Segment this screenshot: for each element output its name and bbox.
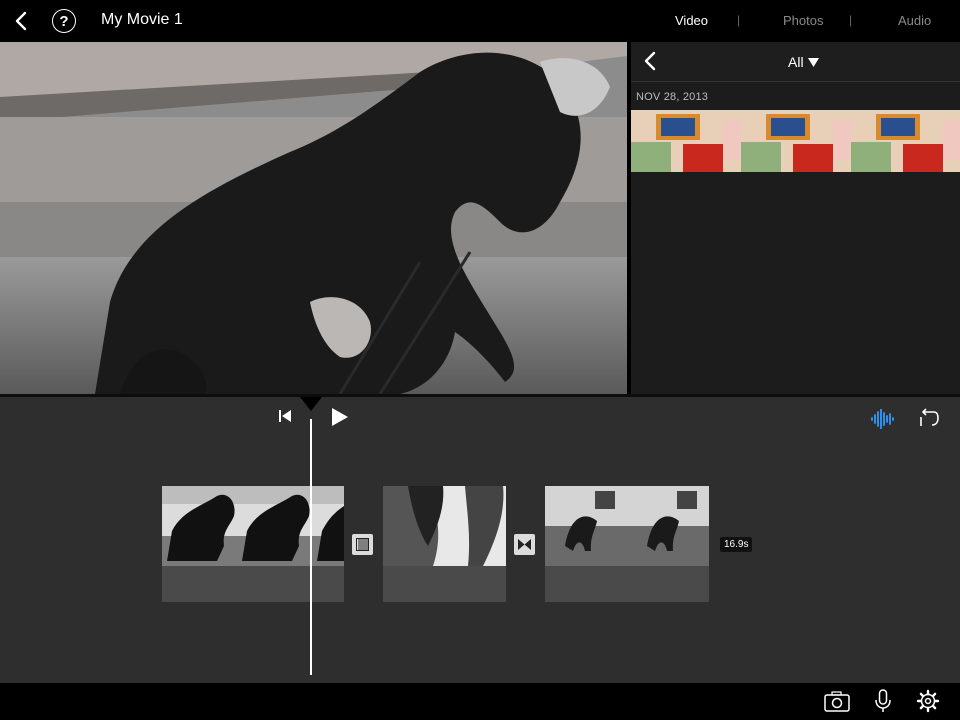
browser-clip[interactable] [631, 110, 960, 172]
help-button[interactable]: ? [52, 9, 76, 33]
browser-header: All [631, 42, 960, 82]
transition-none-icon [356, 538, 369, 551]
camera-icon [824, 691, 850, 712]
tab-separator: | [849, 13, 853, 27]
playhead-line[interactable] [310, 419, 312, 675]
clip-thumbnail [741, 110, 851, 172]
skip-to-start-button[interactable] [279, 409, 291, 427]
audio-button[interactable] [870, 408, 894, 434]
clip-thumbnail [545, 486, 709, 566]
triangle-down-icon [807, 57, 819, 67]
chevron-left-icon [644, 51, 656, 71]
timeline-clip[interactable] [383, 486, 506, 602]
viewer-frame-image [0, 42, 627, 394]
date-label: NOV 28, 2013 [636, 91, 709, 103]
tab-separator: | [737, 13, 741, 27]
clip-thumbnail [162, 486, 344, 566]
filter-dropdown[interactable]: All [788, 54, 819, 70]
gear-icon [916, 689, 940, 713]
clip-thumbnail [631, 110, 741, 172]
camera-button[interactable] [824, 690, 850, 717]
browser-back-button[interactable] [643, 51, 657, 76]
play-button[interactable] [331, 407, 349, 432]
bottom-toolbar [0, 683, 960, 720]
skip-to-start-icon [279, 410, 291, 422]
timeline[interactable]: 16.9s [0, 397, 960, 683]
undo-button[interactable] [916, 408, 940, 433]
undo-icon [920, 408, 939, 426]
transition-cross-dissolve-icon [518, 539, 531, 550]
play-icon [332, 408, 348, 426]
top-bar: ? My Movie 1 Video | Photos | Audio [0, 0, 960, 42]
tab-photos[interactable]: Photos [773, 13, 833, 28]
timeline-clip[interactable] [545, 486, 709, 602]
chevron-left-icon [15, 11, 27, 31]
clip-thumbnail [851, 110, 960, 172]
clip-duration-badge: 16.9s [720, 537, 753, 552]
transition-button[interactable] [352, 534, 373, 555]
back-button[interactable] [8, 8, 34, 34]
media-browser: All NOV 28, 2013 [631, 42, 960, 394]
playhead-marker[interactable] [300, 397, 322, 411]
video-viewer[interactable] [0, 42, 627, 394]
transition-button[interactable] [514, 534, 535, 555]
clip-thumbnail [383, 486, 506, 566]
movie-title[interactable]: My Movie 1 [101, 11, 183, 29]
tab-audio[interactable]: Audio [888, 13, 941, 28]
timeline-clip[interactable] [162, 486, 344, 602]
audio-waveform-icon [871, 408, 894, 430]
microphone-icon [875, 689, 891, 712]
question-circle-icon: ? [59, 12, 69, 30]
settings-button[interactable] [916, 689, 940, 718]
microphone-button[interactable] [874, 689, 892, 718]
filter-label: All [788, 54, 804, 70]
tab-video[interactable]: Video [665, 13, 718, 28]
